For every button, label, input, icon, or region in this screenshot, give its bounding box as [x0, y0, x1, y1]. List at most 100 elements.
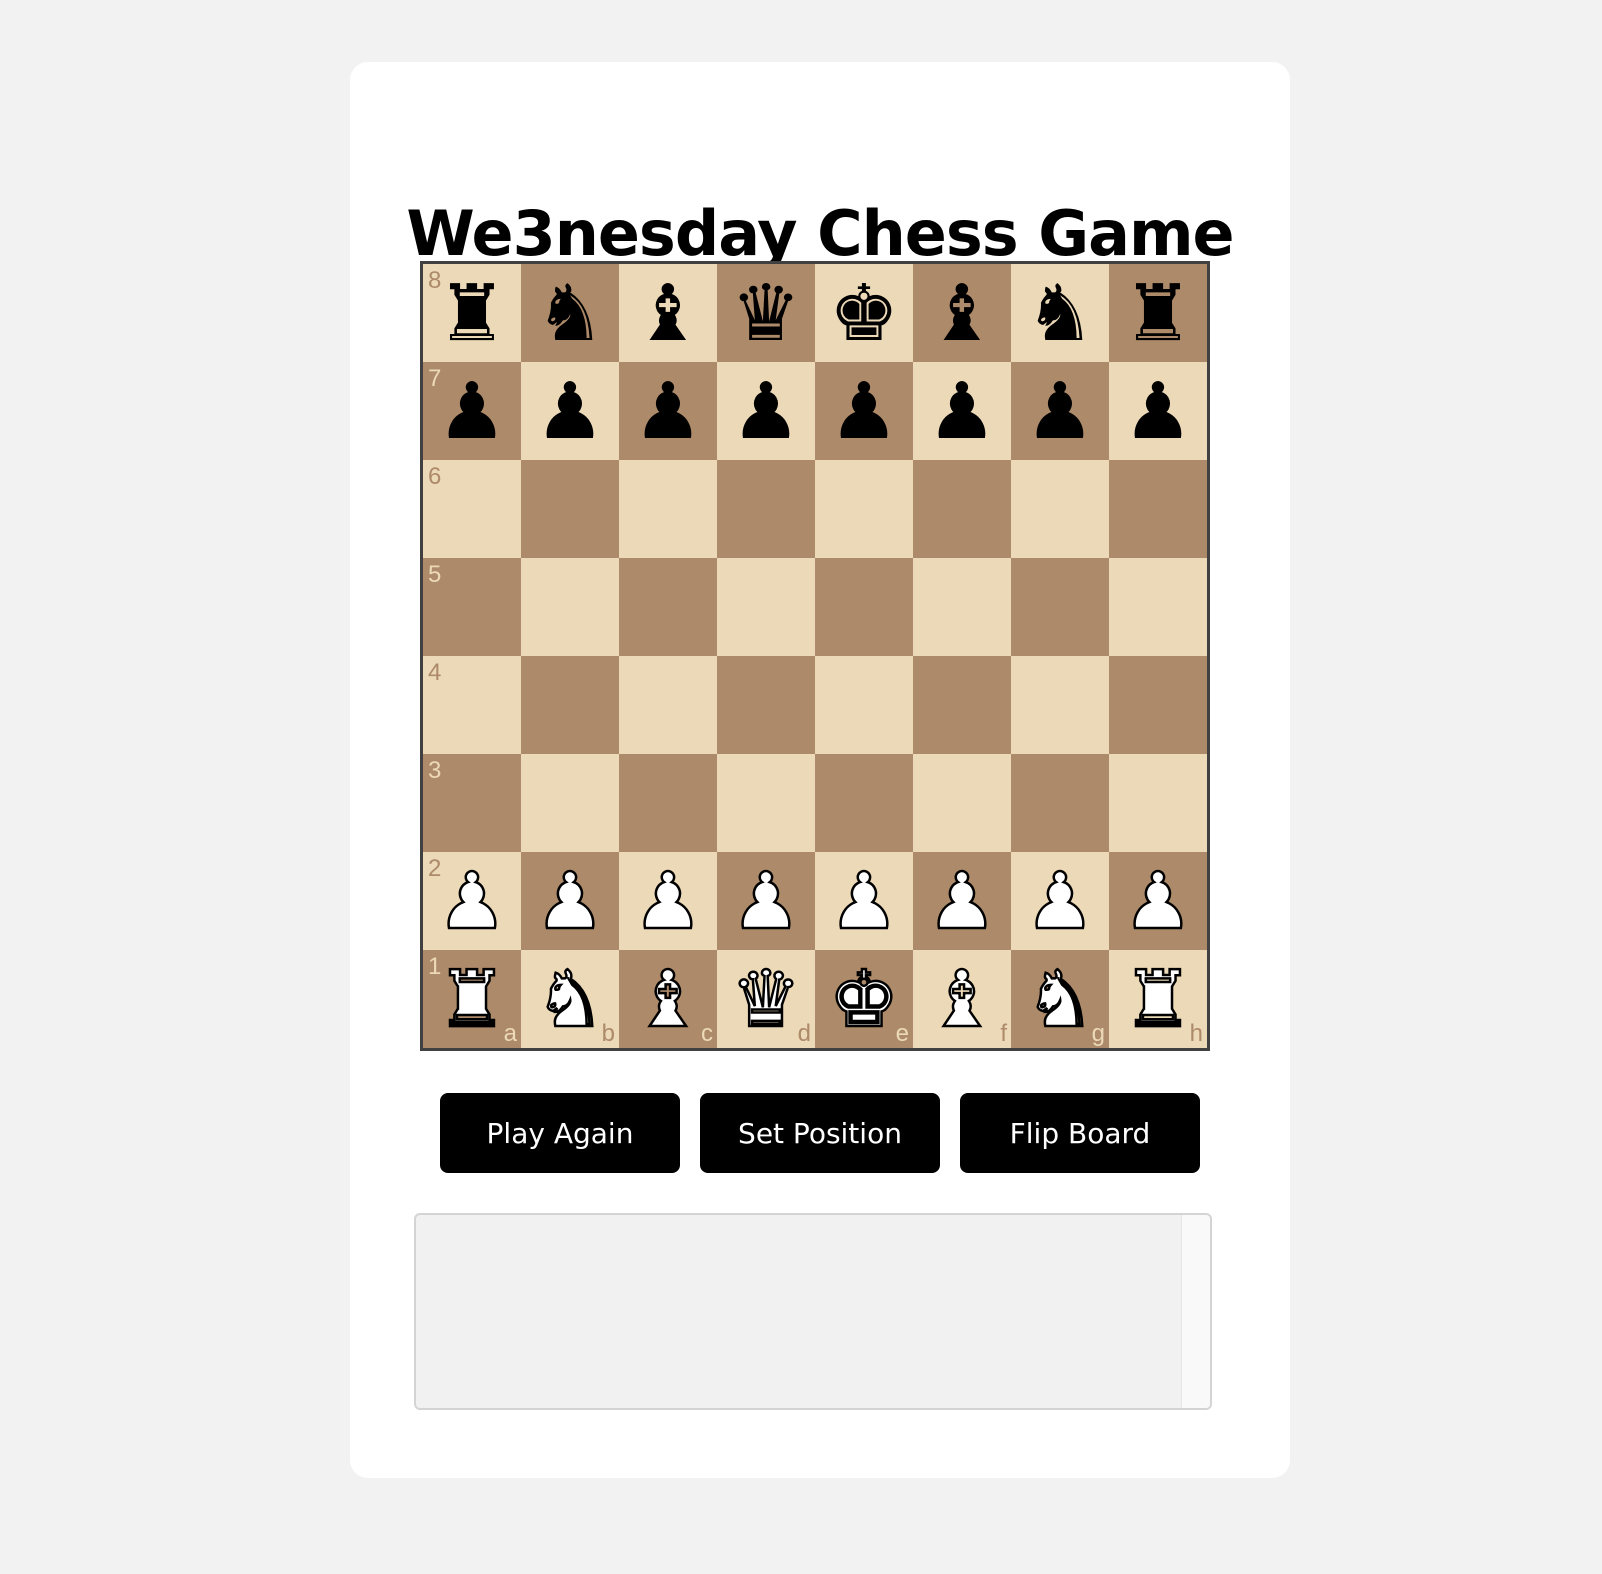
square-g3[interactable] [1011, 754, 1109, 852]
square-f7[interactable]: ♟ [913, 362, 1011, 460]
white-king-icon[interactable]: ♚ [815, 950, 913, 1048]
white-knight-icon[interactable]: ♞ [1011, 950, 1109, 1048]
square-d7[interactable]: ♟ [717, 362, 815, 460]
square-f1[interactable]: f ♝ [913, 950, 1011, 1048]
square-b1[interactable]: b ♞ [521, 950, 619, 1048]
white-pawn-icon[interactable]: ♟ [815, 852, 913, 950]
square-a1[interactable]: 1 a ♜ [423, 950, 521, 1048]
square-h6[interactable] [1109, 460, 1207, 558]
square-e6[interactable] [815, 460, 913, 558]
square-f6[interactable] [913, 460, 1011, 558]
square-c1[interactable]: c ♝ [619, 950, 717, 1048]
square-g4[interactable] [1011, 656, 1109, 754]
square-h2[interactable]: ♟ [1109, 852, 1207, 950]
square-b5[interactable] [521, 558, 619, 656]
set-position-button[interactable]: Set Position [700, 1093, 940, 1173]
square-b3[interactable] [521, 754, 619, 852]
square-g7[interactable]: ♟ [1011, 362, 1109, 460]
square-d3[interactable] [717, 754, 815, 852]
black-knight-icon[interactable]: ♞ [521, 264, 619, 362]
square-c2[interactable]: ♟ [619, 852, 717, 950]
square-h4[interactable] [1109, 656, 1207, 754]
black-queen-icon[interactable]: ♛ [717, 264, 815, 362]
white-pawn-icon[interactable]: ♟ [913, 852, 1011, 950]
square-b8[interactable]: ♞ [521, 264, 619, 362]
black-bishop-icon[interactable]: ♝ [913, 264, 1011, 362]
square-c6[interactable] [619, 460, 717, 558]
square-f2[interactable]: ♟ [913, 852, 1011, 950]
square-f5[interactable] [913, 558, 1011, 656]
square-e4[interactable] [815, 656, 913, 754]
white-rook-icon[interactable]: ♜ [1109, 950, 1207, 1048]
square-b4[interactable] [521, 656, 619, 754]
square-d4[interactable] [717, 656, 815, 754]
square-d8[interactable]: ♛ [717, 264, 815, 362]
square-e3[interactable] [815, 754, 913, 852]
square-e7[interactable]: ♟ [815, 362, 913, 460]
square-a4[interactable]: 4 [423, 656, 521, 754]
square-d6[interactable] [717, 460, 815, 558]
white-pawn-icon[interactable]: ♟ [1109, 852, 1207, 950]
square-g2[interactable]: ♟ [1011, 852, 1109, 950]
square-h1[interactable]: h ♜ [1109, 950, 1207, 1048]
square-g6[interactable] [1011, 460, 1109, 558]
square-b7[interactable]: ♟ [521, 362, 619, 460]
black-king-icon[interactable]: ♚ [815, 264, 913, 362]
black-rook-icon[interactable]: ♜ [1109, 264, 1207, 362]
black-pawn-icon[interactable]: ♟ [423, 362, 521, 460]
square-f3[interactable] [913, 754, 1011, 852]
square-d1[interactable]: d ♛ [717, 950, 815, 1048]
black-pawn-icon[interactable]: ♟ [1011, 362, 1109, 460]
square-g8[interactable]: ♞ [1011, 264, 1109, 362]
square-a7[interactable]: 7 ♟ [423, 362, 521, 460]
square-c8[interactable]: ♝ [619, 264, 717, 362]
square-h3[interactable] [1109, 754, 1207, 852]
square-e1[interactable]: e ♚ [815, 950, 913, 1048]
white-pawn-icon[interactable]: ♟ [423, 852, 521, 950]
square-c4[interactable] [619, 656, 717, 754]
square-h7[interactable]: ♟ [1109, 362, 1207, 460]
white-bishop-icon[interactable]: ♝ [619, 950, 717, 1048]
square-d5[interactable] [717, 558, 815, 656]
square-a6[interactable]: 6 [423, 460, 521, 558]
white-knight-icon[interactable]: ♞ [521, 950, 619, 1048]
black-pawn-icon[interactable]: ♟ [1109, 362, 1207, 460]
white-rook-icon[interactable]: ♜ [423, 950, 521, 1048]
square-e5[interactable] [815, 558, 913, 656]
black-pawn-icon[interactable]: ♟ [717, 362, 815, 460]
square-e2[interactable]: ♟ [815, 852, 913, 950]
white-pawn-icon[interactable]: ♟ [1011, 852, 1109, 950]
square-f8[interactable]: ♝ [913, 264, 1011, 362]
black-bishop-icon[interactable]: ♝ [619, 264, 717, 362]
square-h8[interactable]: ♜ [1109, 264, 1207, 362]
square-c5[interactable] [619, 558, 717, 656]
square-a5[interactable]: 5 [423, 558, 521, 656]
square-c7[interactable]: ♟ [619, 362, 717, 460]
black-pawn-icon[interactable]: ♟ [913, 362, 1011, 460]
move-log-scrollbar[interactable] [1181, 1215, 1210, 1408]
square-d2[interactable]: ♟ [717, 852, 815, 950]
black-knight-icon[interactable]: ♞ [1011, 264, 1109, 362]
white-bishop-icon[interactable]: ♝ [913, 950, 1011, 1048]
square-b2[interactable]: ♟ [521, 852, 619, 950]
square-a8[interactable]: 8 ♜ [423, 264, 521, 362]
white-queen-icon[interactable]: ♛ [717, 950, 815, 1048]
black-rook-icon[interactable]: ♜ [423, 264, 521, 362]
flip-board-button[interactable]: Flip Board [960, 1093, 1200, 1173]
white-pawn-icon[interactable]: ♟ [521, 852, 619, 950]
square-g1[interactable]: g ♞ [1011, 950, 1109, 1048]
square-c3[interactable] [619, 754, 717, 852]
black-pawn-icon[interactable]: ♟ [619, 362, 717, 460]
square-e8[interactable]: ♚ [815, 264, 913, 362]
white-pawn-icon[interactable]: ♟ [717, 852, 815, 950]
square-g5[interactable] [1011, 558, 1109, 656]
square-h5[interactable] [1109, 558, 1207, 656]
play-again-button[interactable]: Play Again [440, 1093, 680, 1173]
black-pawn-icon[interactable]: ♟ [521, 362, 619, 460]
square-f4[interactable] [913, 656, 1011, 754]
square-b6[interactable] [521, 460, 619, 558]
square-a2[interactable]: 2 ♟ [423, 852, 521, 950]
black-pawn-icon[interactable]: ♟ [815, 362, 913, 460]
move-log-textarea[interactable] [414, 1213, 1212, 1410]
white-pawn-icon[interactable]: ♟ [619, 852, 717, 950]
